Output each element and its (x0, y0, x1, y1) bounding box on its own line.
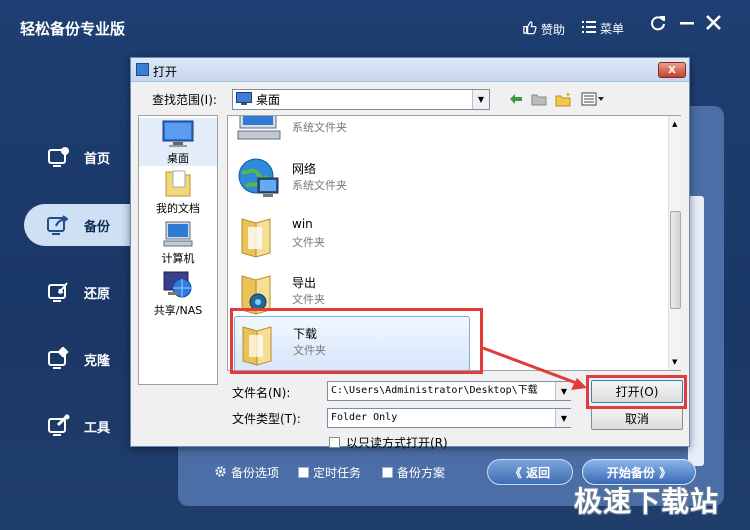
back-button[interactable]: 《 返回 (487, 459, 573, 485)
clone-icon (46, 346, 72, 372)
gear-icon (214, 465, 227, 481)
nav-label: 还原 (84, 286, 111, 302)
menu-button[interactable]: 菜单 (582, 20, 624, 37)
nav-item-restore[interactable]: 还原 (24, 271, 134, 313)
close-icon[interactable] (706, 15, 721, 35)
nav-label: 克隆 (84, 353, 111, 369)
tools-icon (46, 413, 72, 439)
thumbs-up-icon (522, 20, 537, 38)
backup-options-button[interactable]: 备份选项 (214, 464, 279, 481)
nav-label: 首页 (84, 151, 111, 167)
restore-icon (46, 279, 72, 305)
backup-scheme-option[interactable]: 备份方案 (382, 464, 445, 481)
nav-label: 工具 (84, 420, 111, 436)
sponsor-label: 赞助 (541, 22, 566, 37)
nav-item-clone[interactable]: 克隆 (24, 338, 134, 380)
annotation-arrow (482, 346, 587, 390)
backup-options-label: 备份选项 (231, 466, 280, 480)
scheduled-task-option[interactable]: 定时任务 (298, 464, 361, 481)
backup-icon (46, 212, 72, 238)
menu-icon (582, 21, 596, 36)
app-title: 轻松备份专业版 (20, 20, 126, 38)
nav-label: 备份 (84, 219, 111, 235)
scheduled-task-checkbox[interactable] (298, 467, 309, 478)
open-dialog: 打开 X 查找范围(I): 桌面 ▼ 桌面 我的文档 计算机 共享/NAS 系统… (130, 57, 690, 450)
watermark: 极速下载站 (574, 485, 720, 518)
home-icon (46, 144, 72, 170)
refresh-icon[interactable] (650, 15, 666, 36)
nav-item-backup[interactable]: 备份 (24, 204, 134, 246)
scheduled-task-label: 定时任务 (313, 466, 362, 480)
sponsor-button[interactable]: 赞助 (522, 20, 565, 38)
backup-scheme-checkbox[interactable] (382, 467, 393, 478)
nav-item-home[interactable]: 首页 (24, 136, 134, 178)
title-bar: 轻松备份专业版 赞助 菜单 (0, 0, 750, 58)
nav-item-tools[interactable]: 工具 (24, 405, 134, 447)
backup-scheme-label: 备份方案 (397, 466, 446, 480)
menu-label: 菜单 (600, 22, 625, 36)
minimize-icon[interactable] (680, 13, 694, 36)
